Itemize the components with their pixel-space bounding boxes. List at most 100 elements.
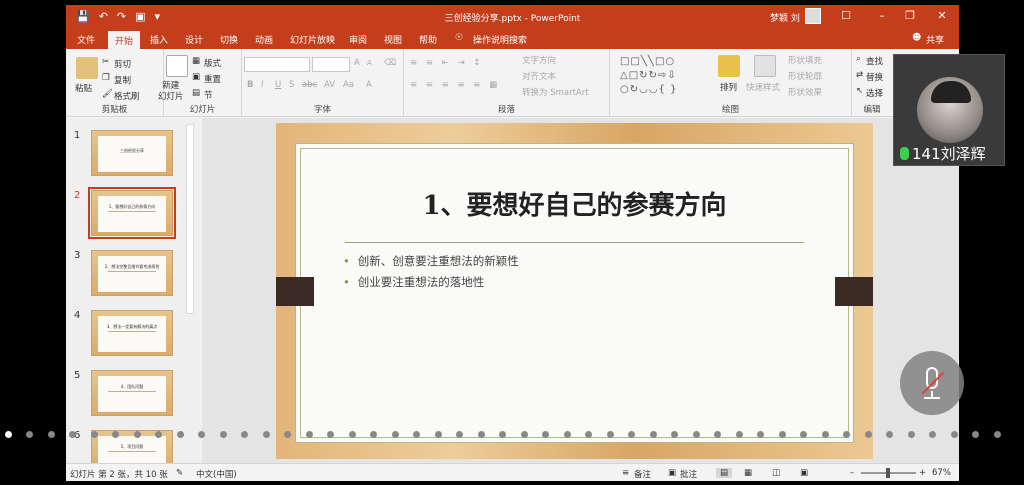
tab-review[interactable]: 审阅: [349, 33, 367, 46]
pagination-dot[interactable]: [929, 431, 937, 438]
slide-thumbnail-4[interactable]: 3、想法一定要有解决的痛点: [91, 310, 173, 356]
shape-fill-button[interactable]: 形状填充: [788, 54, 822, 66]
reset-icon[interactable]: ▣: [192, 72, 200, 82]
shadow-button[interactable]: S: [289, 80, 294, 90]
text-direction-button[interactable]: 文字方向: [522, 54, 556, 66]
shrink-font-icon[interactable]: A: [367, 59, 372, 67]
tab-design[interactable]: 设计: [185, 33, 203, 46]
reset-button[interactable]: 重置: [204, 73, 221, 85]
zoom-in-icon[interactable]: +: [919, 468, 926, 478]
pagination-dot[interactable]: [262, 431, 270, 438]
pagination-dot[interactable]: [198, 431, 206, 438]
pagination-dot[interactable]: [305, 431, 313, 438]
strikethrough-button[interactable]: abc: [302, 80, 317, 90]
shape-outline-button[interactable]: 形状轮廓: [788, 70, 822, 82]
pagination-dot[interactable]: [391, 431, 399, 438]
ribbon-display-icon[interactable]: ☐: [836, 9, 856, 22]
cut-button[interactable]: 剪切: [114, 58, 131, 70]
shape-effects-button[interactable]: 形状效果: [788, 86, 822, 98]
layout-button[interactable]: 版式: [204, 57, 221, 69]
pagination-dot[interactable]: [585, 431, 593, 438]
select-button[interactable]: 选择: [866, 87, 883, 99]
tab-transitions[interactable]: 切换: [220, 33, 238, 46]
pagination-dot[interactable]: [563, 431, 571, 438]
select-icon[interactable]: ↖: [856, 86, 863, 96]
pagination-dot[interactable]: [606, 431, 614, 438]
char-spacing-button[interactable]: AV: [324, 80, 335, 90]
slide-bullets[interactable]: 创新、创意要注重想法的新颖性 创业要注重想法的落地性: [343, 253, 519, 295]
shapes-gallery[interactable]: □□╲╲□○ △□↻↻⇨⇩ ○↻◡◡{ }: [620, 55, 710, 99]
paste-button[interactable]: 粘贴: [75, 82, 92, 94]
paste-icon[interactable]: [76, 57, 98, 79]
tab-slideshow[interactable]: 幻灯片放映: [290, 33, 335, 46]
pagination-dot[interactable]: [800, 431, 808, 438]
pagination-dot[interactable]: [864, 431, 872, 438]
pagination-dot[interactable]: [370, 431, 378, 438]
font-color-button[interactable]: A: [366, 80, 372, 90]
pagination-dot[interactable]: [348, 431, 356, 438]
comments-icon[interactable]: ▣: [668, 468, 676, 478]
search-icon[interactable]: ⌕: [856, 54, 861, 64]
list-buttons[interactable]: ≡ ≡ ⇤ ⇥ ↕: [410, 58, 483, 68]
pagination-dot[interactable]: [542, 431, 550, 438]
pagination-dot[interactable]: [219, 431, 227, 438]
pagination-dot[interactable]: [907, 431, 915, 438]
pagination-dot[interactable]: [778, 431, 786, 438]
pagination-dot[interactable]: [477, 431, 485, 438]
slide-thumbnail-panel[interactable]: 1 三创经验分享 2 1、要想好自己的参赛方向 3 2、想法完整且细节要考虑周到…: [66, 118, 201, 463]
section-button[interactable]: 节: [204, 89, 213, 101]
font-size-combo[interactable]: [312, 57, 350, 72]
pagination-dot[interactable]: [90, 431, 98, 438]
layout-icon[interactable]: ▦: [192, 56, 200, 66]
pagination-dot[interactable]: [714, 431, 722, 438]
align-buttons[interactable]: ≡ ≡ ≡ ≡ ≡ ▦: [410, 80, 500, 90]
arrange-icon[interactable]: [718, 55, 740, 77]
close-icon[interactable]: ✕: [932, 9, 952, 22]
pagination-dot[interactable]: [112, 431, 120, 438]
avatar[interactable]: [805, 8, 821, 24]
tab-animations[interactable]: 动画: [255, 33, 273, 46]
pagination-dot[interactable]: [972, 431, 980, 438]
normal-view-icon[interactable]: ▤: [716, 468, 733, 478]
quick-styles-button[interactable]: 快速样式: [746, 81, 780, 93]
new-slide-icon[interactable]: [166, 55, 188, 77]
spellcheck-icon[interactable]: ✎: [176, 468, 183, 478]
slide-title[interactable]: 1、要想好自己的参赛方向: [301, 185, 848, 222]
pagination-dot[interactable]: [993, 431, 1001, 438]
grow-font-icon[interactable]: A: [354, 58, 360, 68]
format-painter-icon[interactable]: 🖌: [102, 89, 113, 99]
pagination-dot[interactable]: [434, 431, 442, 438]
align-text-button[interactable]: 对齐文本: [522, 70, 556, 82]
pagination-dot[interactable]: [284, 431, 292, 438]
slide-thumbnail-2[interactable]: 1、要想好自己的参赛方向: [88, 187, 176, 239]
mute-microphone-button[interactable]: [900, 351, 964, 415]
pagination-dot[interactable]: [327, 431, 335, 438]
reading-view-icon[interactable]: ◫: [772, 468, 780, 478]
pagination-dot[interactable]: [671, 431, 679, 438]
arrange-button[interactable]: 排列: [720, 81, 737, 93]
language-indicator[interactable]: 中文(中国): [196, 468, 237, 480]
minimize-icon[interactable]: –: [872, 9, 892, 22]
zoom-out-icon[interactable]: –: [850, 468, 854, 478]
smartart-button[interactable]: 转换为 SmartArt: [522, 86, 589, 98]
tab-file[interactable]: 文件: [77, 33, 95, 46]
tab-insert[interactable]: 插入: [150, 33, 168, 46]
replace-icon[interactable]: ⇄: [856, 70, 863, 80]
tell-me-search[interactable]: 操作说明搜索: [473, 33, 527, 46]
pagination-dot[interactable]: [950, 431, 958, 438]
copy-button[interactable]: 复制: [114, 74, 131, 86]
pagination-dot[interactable]: [843, 431, 851, 438]
scissors-icon[interactable]: ✂: [102, 57, 109, 67]
new-slide-button[interactable]: 新建 幻灯片: [158, 81, 184, 103]
user-name[interactable]: 梦颖 刘: [770, 11, 800, 24]
slide-thumbnail-3[interactable]: 2、想法完整且细节要考虑周到: [91, 250, 173, 296]
zoom-level[interactable]: 67%: [932, 468, 951, 478]
format-painter-button[interactable]: 格式刷: [114, 90, 140, 102]
section-icon[interactable]: ▤: [192, 88, 200, 98]
tab-home[interactable]: 开始: [108, 31, 141, 49]
slide-sorter-icon[interactable]: ▦: [744, 468, 752, 478]
pagination-dot[interactable]: [241, 431, 249, 438]
slide-thumbnail-5[interactable]: 4、团队问题: [91, 370, 173, 416]
thumbnail-scrollbar[interactable]: [186, 124, 194, 314]
pagination-dot[interactable]: [456, 431, 464, 438]
